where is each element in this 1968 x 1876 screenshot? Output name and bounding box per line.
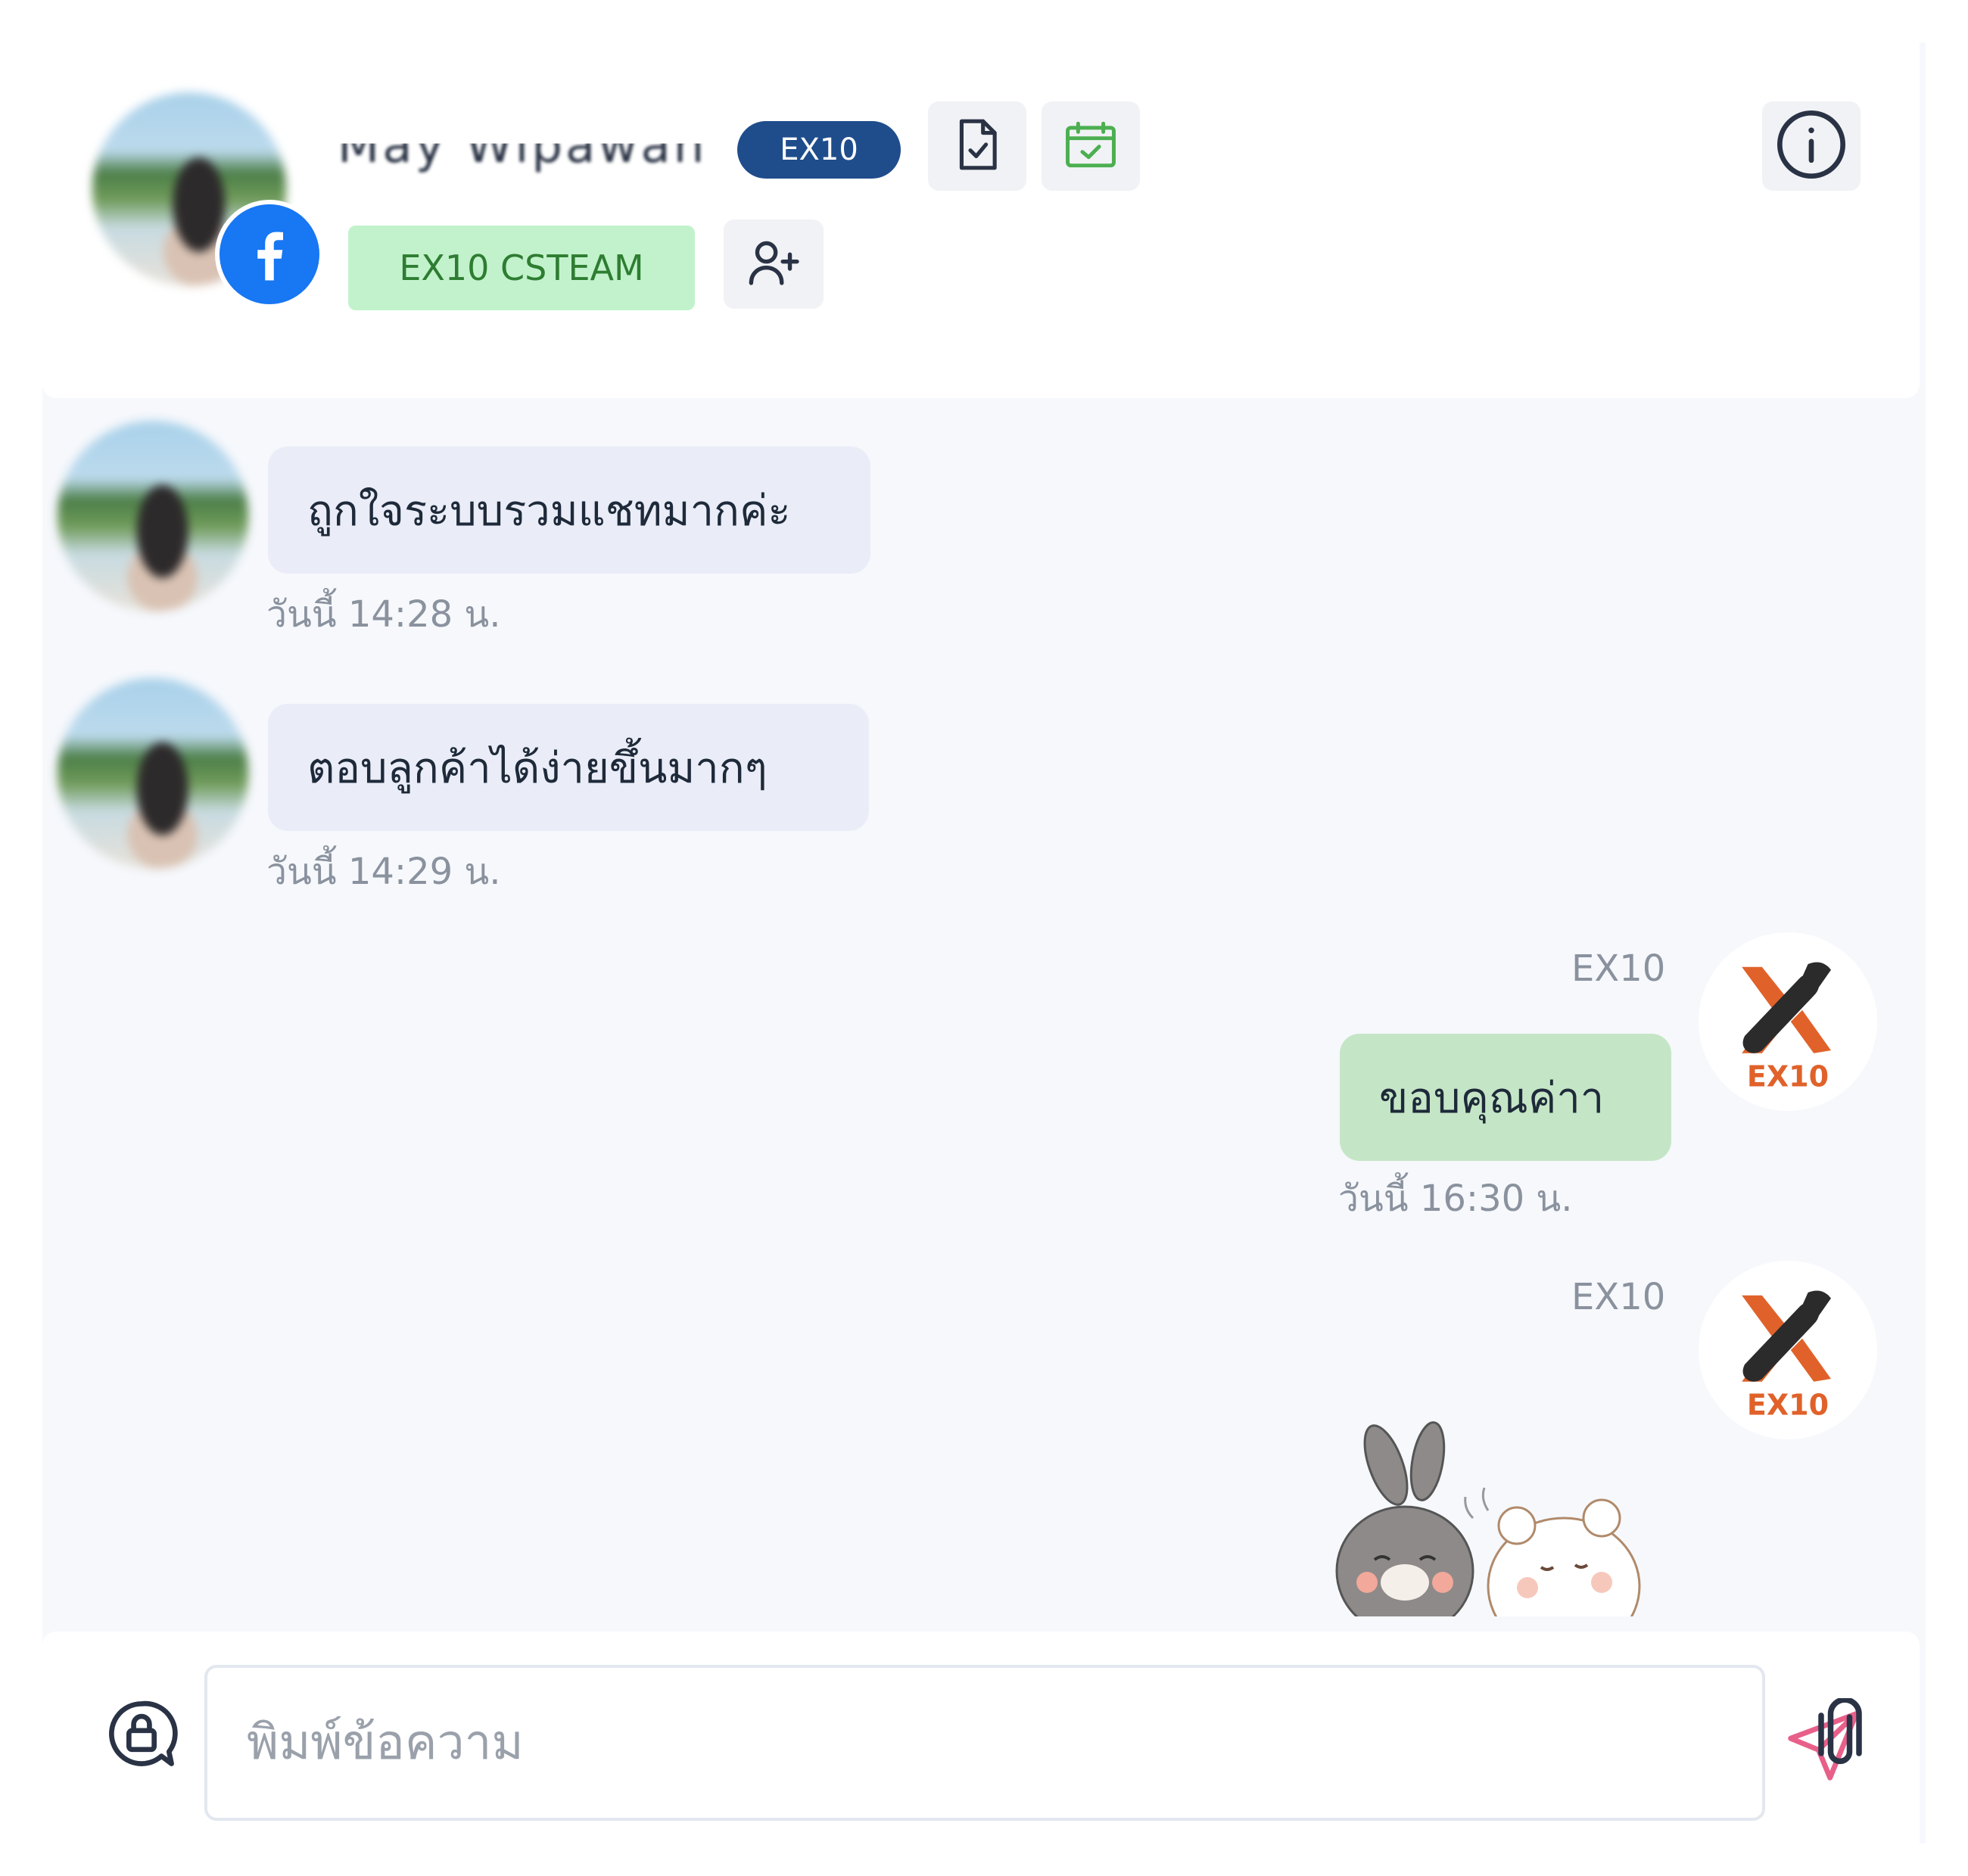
message-time: วันนี้ 14:29 น. — [266, 851, 501, 893]
brand-logo-text: EX10 — [1747, 1389, 1829, 1422]
message-bubble-outgoing: ขอบคุณค่าา — [1340, 1034, 1671, 1161]
facebook-icon — [215, 200, 324, 309]
private-note-icon — [104, 1696, 179, 1775]
info-button[interactable] — [1762, 101, 1861, 191]
team-tag[interactable]: EX10 CSTEAM — [348, 226, 695, 310]
contact-avatar — [58, 421, 248, 611]
document-check-button[interactable] — [928, 101, 1026, 191]
contact-avatar — [58, 678, 248, 869]
sender-name: EX10 — [1571, 1276, 1666, 1318]
ex10-logo: EX10 — [1742, 962, 1831, 1094]
attach-button[interactable] — [1798, 1694, 1882, 1781]
document-check-icon — [954, 117, 1001, 175]
bunny-bear-sticker — [1335, 1421, 1641, 1616]
sticker-message[interactable] — [1314, 1420, 1670, 1616]
message-bubble-incoming: ตอบลูกค้าได้ง่ายขึ้นมากๆ — [268, 704, 869, 831]
sender-name: EX10 — [1571, 947, 1666, 990]
schedule-button[interactable] — [1042, 101, 1140, 191]
add-user-icon — [747, 238, 800, 291]
chat-window: May Wipawan EX10 EX10 CSTEAM ถูกใจระบบรว… — [42, 42, 1926, 1843]
ex10-logo: EX10 — [1742, 1290, 1831, 1422]
message-input[interactable] — [247, 1715, 1609, 1771]
message-text: ตอบลูกค้าได้ง่ายขึ้นมากๆ — [307, 743, 768, 793]
chat-header: May Wipawan EX10 EX10 CSTEAM — [42, 42, 1920, 398]
message-bubble-incoming: ถูกใจระบบรวมแชทมากค่ะ — [268, 446, 870, 574]
message-input-box — [204, 1665, 1859, 1821]
attach-icon — [1814, 1697, 1867, 1777]
brand-logo-text: EX10 — [1747, 1060, 1829, 1094]
calendar-check-icon — [1063, 118, 1118, 174]
channel-badge: EX10 — [737, 121, 901, 179]
message-text: ขอบคุณค่าา — [1379, 1073, 1605, 1123]
info-icon — [1773, 107, 1849, 185]
contact-name: May Wipawan — [338, 118, 708, 174]
message-time: วันนี้ 16:30 น. — [1338, 1178, 1573, 1220]
brand-avatar: EX10 — [1699, 932, 1877, 1111]
brand-avatar: EX10 — [1699, 1261, 1877, 1439]
add-user-button[interactable] — [724, 219, 824, 309]
message-composer — [42, 1632, 1920, 1843]
message-time: วันนี้ 14:28 น. — [266, 593, 501, 636]
private-note-button[interactable] — [100, 1694, 183, 1777]
message-text: ถูกใจระบบรวมแชทมากค่ะ — [307, 486, 791, 536]
